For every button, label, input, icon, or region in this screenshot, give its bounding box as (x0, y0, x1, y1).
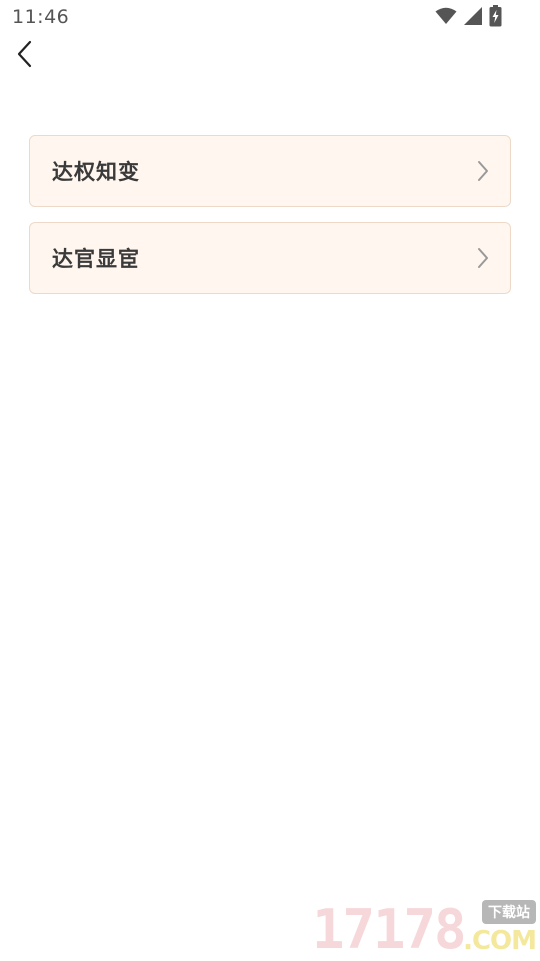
chevron-right-icon (474, 246, 492, 270)
menu-list: 达权知变 达官显宦 (29, 135, 511, 309)
status-bar: 11:46 (0, 0, 540, 36)
back-button[interactable] (10, 38, 42, 70)
menu-item-label: 达官显宦 (52, 247, 140, 271)
menu-item-label: 达权知变 (52, 160, 140, 184)
battery-charging-icon (489, 5, 502, 31)
menu-item-2[interactable]: 达官显宦 (29, 222, 511, 294)
status-time: 11:46 (12, 6, 70, 28)
menu-item-1[interactable]: 达权知变 (29, 135, 511, 207)
status-icons (435, 5, 502, 31)
wifi-icon (435, 7, 457, 29)
signal-icon (463, 6, 483, 30)
watermark-number: 17178 (312, 898, 467, 961)
watermark-badge: 下载站 (482, 900, 536, 924)
chevron-right-icon (474, 159, 492, 183)
watermark-logo: 17178 下载站 .COM (312, 896, 538, 958)
chevron-left-icon (10, 40, 42, 74)
watermark-domain: .COM (463, 926, 537, 956)
